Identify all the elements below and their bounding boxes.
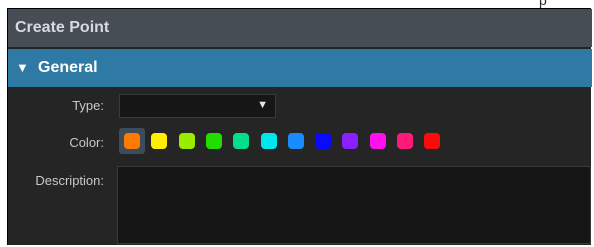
dialog-title: Create Point [8,9,592,47]
color-swatch[interactable] [201,128,227,154]
color-label: Color: [69,135,104,150]
color-swatch-chip [397,133,413,149]
color-swatch-chip [205,133,222,149]
color-swatch-chip [369,133,386,149]
type-label: Type: [72,98,104,113]
color-swatch-picker [119,128,459,156]
color-swatch[interactable] [256,128,282,154]
section-title: General [38,59,98,76]
description-textarea[interactable] [117,166,591,244]
color-swatch[interactable] [174,128,200,154]
color-swatch[interactable] [310,128,336,154]
color-swatch[interactable] [337,128,363,154]
description-label: Description: [35,173,104,188]
create-point-panel: Create Point ▼ General Type: ▼ Color: Des… [7,8,592,245]
color-swatch[interactable] [119,128,145,154]
color-swatch-chip [124,133,140,149]
color-swatch[interactable] [228,128,254,154]
color-swatch-chip [287,133,304,149]
color-swatch-chip [342,133,359,149]
section-general-header[interactable]: ▼ General [8,49,592,87]
color-swatch-chip [260,133,277,149]
color-swatch[interactable] [419,128,445,154]
color-swatch[interactable] [365,128,391,154]
type-select[interactable]: ▼ [119,94,276,118]
dropdown-caret-icon: ▼ [257,99,268,111]
color-swatch-chip [315,133,332,149]
edge-glyph: p [539,0,547,8]
color-swatch-chip [233,133,250,149]
chevron-down-icon: ▼ [16,60,29,75]
color-swatch-chip [424,133,441,149]
color-swatch[interactable] [283,128,309,154]
color-swatch[interactable] [392,128,418,154]
color-swatch-chip [151,133,168,149]
color-swatch[interactable] [146,128,172,154]
color-swatch-chip [178,133,195,149]
